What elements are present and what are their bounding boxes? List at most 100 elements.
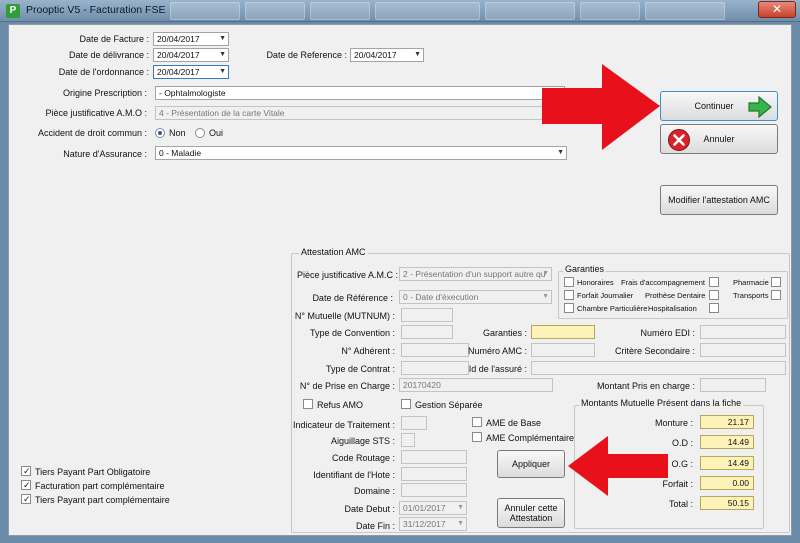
tiers-payant-obligatoire-label: Tiers Payant Part Obligatoire — [35, 467, 151, 477]
montants-group-title: Montants Mutuelle Présent dans la fiche — [579, 398, 744, 408]
accident-oui-radio[interactable] — [195, 128, 205, 138]
nature-assurance-label: Nature d'Assurance : — [63, 149, 147, 159]
numero-edi-field — [700, 325, 786, 339]
chevron-down-icon: ▼ — [219, 35, 226, 42]
date-facture-field[interactable]: 20/04/2017 ▼ — [153, 32, 229, 46]
close-window-button[interactable]: ✕ — [758, 1, 796, 18]
gestion-separee-checkbox[interactable] — [401, 399, 411, 409]
gestion-separee-label: Gestion Séparée — [415, 400, 483, 410]
chambre-particuliere-label: Chambre Particulière — [577, 304, 648, 313]
og-value: 14.49 — [700, 456, 754, 470]
date-ordonnance-field[interactable]: 20/04/2017 ▼ — [153, 65, 229, 79]
frais-accompagnement-checkbox[interactable] — [709, 277, 719, 287]
date-debut-label: Date Debut : — [344, 504, 395, 514]
refus-amo-checkbox[interactable] — [303, 399, 313, 409]
chevron-down-icon: ▼ — [542, 293, 549, 300]
chevron-down-icon: ▼ — [219, 51, 226, 58]
montant-pris-label: Montant Pris en charge : — [596, 381, 695, 391]
background-tab — [170, 2, 240, 20]
cancel-icon — [668, 129, 690, 151]
background-tab — [485, 2, 575, 20]
forfait-journalier-checkbox[interactable] — [564, 290, 574, 300]
aiguillage-sts-label: Aiguillage STS : — [330, 436, 395, 446]
continuer-label: Continuer — [694, 101, 734, 111]
monture-label: Monture : — [654, 418, 693, 428]
annotation-arrow-left — [568, 436, 668, 496]
tiers-payant-obligatoire-checkbox[interactable] — [21, 466, 31, 476]
prise-en-charge-label: N° de Prise en Charge : — [299, 381, 395, 391]
critere-secondaire-field — [700, 343, 786, 357]
honoraires-checkbox[interactable] — [564, 277, 574, 287]
date-fin-field: 31/12/2017 ▼ — [399, 517, 467, 531]
refus-amo-label: Refus AMO — [317, 400, 364, 410]
background-tab — [645, 2, 725, 20]
date-reference-label: Date de Reference : — [266, 50, 347, 60]
montant-pris-field — [700, 378, 766, 392]
window-title: Prooptic V5 - Facturation FSE — [26, 4, 166, 16]
ame-complementaire-checkbox[interactable] — [472, 432, 482, 442]
type-convention-field — [401, 325, 453, 339]
monture-value: 21.17 — [700, 415, 754, 429]
app-icon: P — [6, 4, 20, 18]
chambre-particuliere-checkbox[interactable] — [564, 303, 574, 313]
transports-label: Transports — [733, 291, 769, 300]
domaine-field — [401, 483, 467, 497]
numero-edi-label: Numéro EDI : — [640, 328, 695, 338]
continuer-button[interactable]: Continuer — [660, 91, 778, 121]
garanties-label: Garanties : — [482, 328, 527, 338]
piece-amo-field: 4 - Présentation de la carte Vitale — [155, 106, 565, 120]
chevron-down-icon: ▼ — [542, 270, 549, 277]
background-tab — [310, 2, 370, 20]
od-value: 14.49 — [700, 435, 754, 449]
annuler-attestation-button[interactable]: Annuler cette Attestation — [497, 498, 565, 528]
ame-base-checkbox[interactable] — [472, 417, 482, 427]
forfait-journalier-label: Forfait Journalier — [577, 291, 634, 300]
tiers-payant-complementaire-checkbox[interactable] — [21, 494, 31, 504]
date-fin-label: Date Fin : — [355, 521, 395, 531]
accident-label: Accident de droit commun : — [37, 128, 147, 138]
pharmacie-checkbox[interactable] — [771, 277, 781, 287]
annuler-button[interactable]: Annuler — [660, 124, 778, 154]
critere-secondaire-label: Critère Secondaire : — [614, 346, 695, 356]
attestation-amc-title: Attestation AMC — [299, 247, 368, 257]
prothese-dentaire-checkbox[interactable] — [709, 290, 719, 300]
title-bar: P Prooptic V5 - Facturation FSE ✕ — [0, 0, 800, 22]
domaine-label: Domaine : — [353, 486, 395, 496]
piece-amc-label: Pièce justificative A.M.C : — [297, 270, 399, 280]
accident-non-radio[interactable] — [155, 128, 165, 138]
background-tab — [580, 2, 640, 20]
accident-oui-label: Oui — [209, 128, 224, 138]
mutnum-field — [401, 308, 453, 322]
id-assure-label: Id de l'assuré : — [468, 364, 527, 374]
ame-complementaire-label: AME Complémentaire — [486, 433, 575, 443]
transports-checkbox[interactable] — [771, 290, 781, 300]
appliquer-button[interactable]: Appliquer — [497, 450, 565, 478]
numero-amc-field — [531, 343, 595, 357]
forfait-value: 0.00 — [700, 476, 754, 490]
date-ordonnance-label: Date de l'ordonnance : — [58, 67, 149, 77]
mutnum-label: N° Mutuelle (MUTNUM) : — [294, 311, 395, 321]
date-facture-label: Date de Facture : — [79, 34, 149, 44]
chevron-down-icon: ▼ — [219, 68, 226, 75]
modifier-attestation-amc-button[interactable]: Modifier l'attestation AMC — [660, 185, 778, 215]
aiguillage-sts-field — [401, 433, 415, 447]
piece-amo-label: Pièce justificative A.M.O : — [45, 108, 147, 118]
pharmacie-label: Pharmacie — [733, 278, 769, 287]
adherent-label: N° Adhérent : — [341, 346, 395, 356]
arrow-right-icon — [748, 95, 772, 119]
code-routage-label: Code Routage : — [331, 453, 395, 463]
prothese-dentaire-label: Prothèse Dentaire — [645, 291, 706, 300]
background-tab — [375, 2, 480, 20]
identifiant-hote-field — [401, 467, 467, 481]
nature-assurance-select[interactable]: 0 - Maladie ▼ — [155, 146, 567, 160]
date-reference-field[interactable]: 20/04/2017 ▼ — [350, 48, 424, 62]
origine-prescription-field[interactable]: - Ophtalmologiste — [155, 86, 565, 100]
hospitalisation-checkbox[interactable] — [709, 303, 719, 313]
background-tab — [245, 2, 305, 20]
ame-base-label: AME de Base — [486, 418, 542, 428]
garanties-field[interactable] — [531, 325, 595, 339]
facturation-complementaire-checkbox[interactable] — [21, 480, 31, 490]
date-delivrance-field[interactable]: 20/04/2017 ▼ — [153, 48, 229, 62]
garanties-group-title: Garanties — [563, 264, 607, 274]
tiers-payant-complementaire-label: Tiers Payant part complémentaire — [35, 495, 170, 505]
